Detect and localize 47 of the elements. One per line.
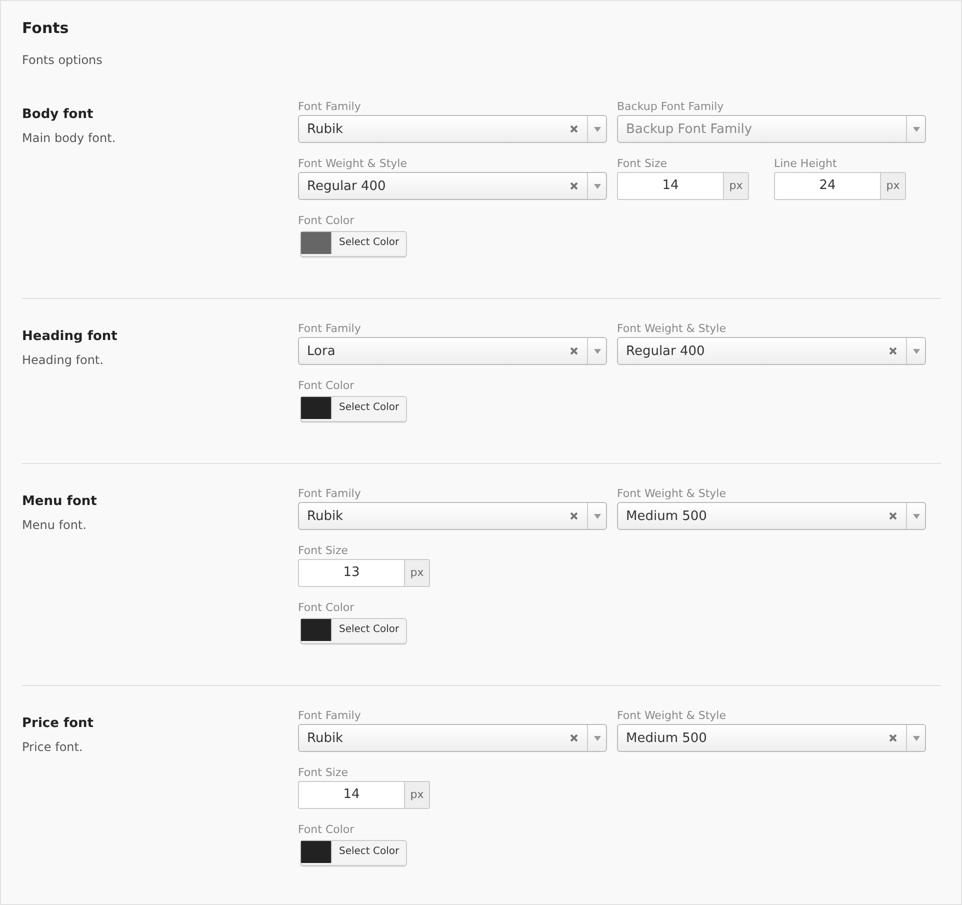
field-label: Font Weight & Style — [298, 156, 408, 172]
clear-icon[interactable] — [889, 347, 897, 355]
select-field[interactable]: Regular 400 — [298, 172, 607, 200]
select-field[interactable]: Rubik — [298, 115, 607, 143]
field-label: Line Height — [774, 156, 838, 172]
section-title: Heading font — [22, 329, 118, 344]
section-description: Price font. — [22, 740, 84, 754]
clear-icon[interactable] — [889, 734, 897, 742]
field-label: Font Weight & Style — [617, 708, 727, 724]
color-swatch[interactable] — [301, 232, 332, 254]
section-description: Main body font. — [22, 131, 117, 145]
color-swatch[interactable] — [301, 397, 332, 419]
page-title: Fonts — [22, 19, 70, 37]
select-field[interactable]: Medium 500 — [617, 724, 926, 752]
clear-icon[interactable] — [570, 347, 578, 355]
select-field[interactable]: Medium 500 — [617, 502, 926, 530]
clear-icon[interactable] — [889, 512, 897, 520]
field-label: Font Color — [298, 378, 356, 394]
field-label: Backup Font Family — [617, 99, 725, 115]
select-field[interactable]: Regular 400 — [617, 337, 926, 365]
clear-icon[interactable] — [570, 182, 578, 190]
clear-icon[interactable] — [570, 512, 578, 520]
field-label: Font Family — [298, 708, 362, 724]
clear-icon[interactable] — [570, 734, 578, 742]
page-subtitle: Fonts options — [22, 53, 104, 67]
section-description: Menu font. — [22, 518, 88, 532]
section-title: Menu font — [22, 494, 98, 509]
field-label: Font Color — [298, 822, 356, 838]
clear-icon[interactable] — [570, 125, 578, 133]
section-description: Heading font. — [22, 353, 104, 367]
select-field[interactable]: Rubik — [298, 724, 607, 752]
field-label: Font Size — [617, 156, 668, 172]
field-label: Font Color — [298, 213, 356, 229]
section-title: Price font — [22, 716, 94, 731]
color-swatch[interactable] — [301, 619, 332, 641]
select-field[interactable]: Rubik — [298, 502, 607, 530]
select-field[interactable]: Lora — [298, 337, 607, 365]
section-title: Body font — [22, 107, 94, 122]
field-label: Font Color — [298, 600, 356, 616]
field-label: Font Size — [298, 765, 350, 781]
field-label: Font Size — [298, 543, 350, 559]
field-label: Font Family — [298, 321, 362, 337]
field-label: Font Family — [298, 99, 362, 115]
color-swatch[interactable] — [301, 841, 332, 863]
field-label: Font Weight & Style — [617, 321, 727, 337]
field-label: Font Family — [298, 486, 362, 502]
field-label: Font Weight & Style — [617, 486, 727, 502]
